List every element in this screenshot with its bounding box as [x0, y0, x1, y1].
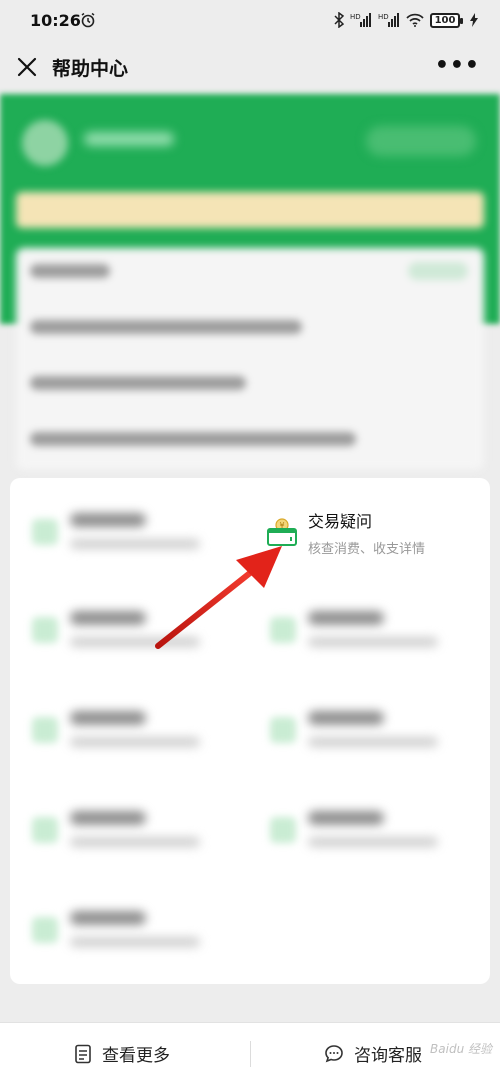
alarm-icon	[80, 12, 96, 32]
svg-text:HD: HD	[350, 13, 361, 21]
bottom-action-bar: 查看更多 咨询客服	[0, 1022, 500, 1084]
contact-service-button[interactable]: 咨询客服	[324, 1041, 422, 1066]
battery-indicator: 100	[430, 12, 463, 28]
blurred-faq-item[interactable]	[30, 376, 246, 390]
blurred-header-button[interactable]	[366, 126, 476, 156]
contact-service-label: 咨询客服	[354, 1046, 422, 1066]
pointer-arrow-icon	[155, 546, 282, 649]
blurred-faq-item[interactable]	[30, 432, 356, 446]
view-more-button[interactable]: 查看更多	[74, 1041, 170, 1066]
avatar	[22, 120, 68, 166]
bluetooth-icon	[334, 12, 344, 28]
signal-icon-2: HD	[378, 13, 399, 27]
chat-bubble-icon	[325, 1044, 343, 1062]
more-options-button[interactable]: •••	[435, 53, 480, 78]
status-bar: 10:26 HD HD 100	[0, 0, 500, 42]
page-title: 帮助中心	[52, 58, 129, 80]
faq-card	[16, 248, 484, 470]
signal-icon: HD	[350, 13, 371, 27]
blurred-service-item[interactable]	[12, 803, 232, 863]
bottom-divider	[250, 1041, 251, 1067]
blurred-service-item[interactable]	[250, 803, 470, 863]
wifi-icon	[406, 13, 424, 27]
blurred-service-item[interactable]	[12, 903, 232, 963]
svg-text:HD: HD	[378, 13, 389, 21]
service-name: 交易疑问	[308, 512, 373, 531]
blurred-service-item[interactable]	[12, 703, 232, 763]
charging-icon	[470, 13, 478, 27]
blurred-username	[84, 132, 174, 146]
close-icon[interactable]	[14, 54, 40, 80]
status-time: 10:26	[30, 11, 81, 30]
status-icons: HD HD 100	[334, 12, 478, 28]
blurred-service-item[interactable]	[250, 703, 470, 763]
watermark: Baidu 经验	[430, 1042, 492, 1056]
blurred-faq-title	[30, 264, 110, 278]
title-bar: 帮助中心 •••	[0, 42, 500, 94]
blurred-faq-pill[interactable]	[408, 262, 468, 280]
blurred-faq-item[interactable]	[30, 320, 302, 334]
document-icon	[75, 1044, 91, 1063]
transaction-question-item[interactable]: ¥ 交易疑问 核查消费、收支详情	[262, 505, 482, 565]
view-more-label: 查看更多	[102, 1046, 170, 1066]
service-description: 核查消费、收支详情	[308, 542, 426, 557]
blurred-notice-banner[interactable]	[16, 192, 484, 228]
